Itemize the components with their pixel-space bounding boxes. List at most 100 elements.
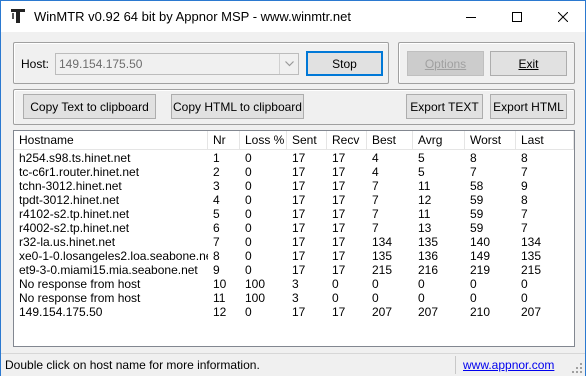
cell-hostname[interactable]: tchn-3012.hinet.net [14, 179, 208, 193]
host-dropdown-button[interactable] [279, 54, 298, 74]
appnor-link[interactable]: www.appnor.com [463, 358, 554, 372]
cell-hostname[interactable]: r32-la.us.hinet.net [14, 235, 208, 249]
table-row[interactable]: xe0-1-0.losangeles2.loa.seabone.net 8 0 17 1… [14, 249, 574, 263]
table-row[interactable]: No response from host 10 100 3 0 0 0 0 0 [14, 277, 574, 291]
table-row[interactable]: h254.s98.ts.hinet.net 1 0 17 17 4 5 8 8 [14, 151, 574, 165]
table-row[interactable]: r4002-s2.tp.hinet.net 6 0 17 17 7 13 59 7 [14, 221, 574, 235]
cell-last: 7 [521, 165, 528, 179]
cell-loss: 100 [245, 291, 266, 305]
cell-sent: 17 [292, 179, 306, 193]
cell-avrg: 0 [418, 277, 425, 291]
cell-hostname[interactable]: No response from host [14, 277, 208, 291]
cell-loss: 0 [245, 179, 252, 193]
resize-grip-icon[interactable] [571, 362, 583, 374]
cell-worst: 59 [470, 193, 484, 207]
table-row[interactable]: r32-la.us.hinet.net 7 0 17 17 134 135 140 134 [14, 235, 574, 249]
host-combobox[interactable]: 149.154.175.50 [55, 53, 299, 75]
cell-hostname[interactable]: et9-3-0.miami15.mia.seabone.net [14, 263, 208, 277]
cell-best: 7 [372, 179, 379, 193]
table-row[interactable]: r4102-s2.tp.hinet.net 5 0 17 17 7 11 59 7 [14, 207, 574, 221]
column-header-last[interactable]: Last [516, 131, 574, 149]
cell-best: 4 [372, 151, 379, 165]
cell-nr: 12 [213, 305, 227, 319]
cell-loss: 0 [245, 235, 252, 249]
status-text: Double click on host name for more infor… [5, 358, 260, 372]
cell-sent: 3 [292, 277, 299, 291]
exit-button[interactable]: Exit [490, 51, 567, 76]
cell-hostname[interactable]: xe0-1-0.losangeles2.loa.seabone.net [14, 249, 208, 263]
cell-loss: 0 [245, 165, 252, 179]
cell-recv: 17 [332, 165, 346, 179]
chevron-down-icon [284, 61, 294, 67]
cell-loss: 0 [245, 263, 252, 277]
column-header-sent[interactable]: Sent [287, 131, 327, 149]
cell-nr: 8 [213, 249, 220, 263]
cell-last: 7 [521, 207, 528, 221]
host-input[interactable]: 149.154.175.50 [59, 57, 142, 71]
cell-recv: 0 [332, 277, 339, 291]
maximize-button[interactable] [494, 1, 540, 32]
cell-hostname[interactable]: 149.154.175.50 [14, 305, 208, 319]
cell-recv: 17 [332, 249, 346, 263]
table-row[interactable]: tchn-3012.hinet.net 3 0 17 17 7 11 58 9 [14, 179, 574, 193]
column-header-nr[interactable]: Nr [208, 131, 240, 149]
cell-hostname[interactable]: tpdt-3012.hinet.net [14, 193, 208, 207]
column-header-best[interactable]: Best [367, 131, 413, 149]
cell-recv: 17 [332, 235, 346, 249]
cell-avrg: 135 [418, 235, 439, 249]
cell-loss: 0 [245, 151, 252, 165]
copy-text-button[interactable]: Copy Text to clipboard [23, 94, 156, 119]
table-row[interactable]: No response from host 11 100 3 0 0 0 0 0 [14, 291, 574, 305]
minimize-icon [466, 16, 476, 18]
cell-recv: 0 [332, 291, 339, 305]
column-header-avrg[interactable]: Avrg [413, 131, 465, 149]
cell-recv: 17 [332, 221, 346, 235]
cell-last: 215 [521, 263, 542, 277]
column-header-recv[interactable]: Recv [327, 131, 367, 149]
cell-hostname[interactable]: No response from host [14, 291, 208, 305]
export-html-button[interactable]: Export HTML [490, 94, 567, 119]
app-icon [11, 9, 25, 23]
column-header-hostname[interactable]: Hostname [14, 131, 208, 149]
cell-worst: 140 [470, 235, 491, 249]
cell-best: 0 [372, 291, 379, 305]
results-table[interactable]: Hostname Nr Loss % Sent Recv Best Avrg Worst Las… [13, 130, 575, 347]
cell-sent: 17 [292, 151, 306, 165]
cell-hostname[interactable]: r4102-s2.tp.hinet.net [14, 207, 208, 221]
cell-last: 207 [521, 305, 542, 319]
cell-sent: 17 [292, 165, 306, 179]
cell-last: 0 [521, 277, 528, 291]
cell-nr: 10 [213, 277, 227, 291]
cell-hostname[interactable]: tc-c6r1.router.hinet.net [14, 165, 208, 179]
cell-loss: 0 [245, 221, 252, 235]
cell-worst: 59 [470, 207, 484, 221]
table-row[interactable]: et9-3-0.miami15.mia.seabone.net 9 0 17 17 215… [14, 263, 574, 277]
minimize-button[interactable] [448, 1, 494, 32]
column-header-worst[interactable]: Worst [465, 131, 516, 149]
cell-avrg: 5 [418, 165, 425, 179]
cell-hostname[interactable]: h254.s98.ts.hinet.net [14, 151, 208, 165]
cell-best: 0 [372, 277, 379, 291]
table-row[interactable]: tc-c6r1.router.hinet.net 2 0 17 17 4 5 7 7 [14, 165, 574, 179]
exit-label: Exit [518, 56, 539, 71]
export-text-button[interactable]: Export TEXT [406, 94, 483, 119]
title-bar[interactable]: WinMTR v0.92 64 bit by Appnor MSP - www.… [1, 1, 585, 32]
cell-hostname[interactable]: r4002-s2.tp.hinet.net [14, 221, 208, 235]
table-row[interactable]: 149.154.175.50 12 0 17 17 207 207 210 207 [14, 305, 574, 319]
close-button[interactable] [540, 1, 586, 32]
cell-sent: 17 [292, 193, 306, 207]
cell-recv: 17 [332, 151, 346, 165]
cell-avrg: 11 [418, 179, 431, 193]
copy-html-button[interactable]: Copy HTML to clipboard [171, 94, 304, 119]
cell-worst: 8 [470, 151, 477, 165]
stop-button[interactable]: Stop [306, 51, 383, 76]
column-header-loss[interactable]: Loss % [240, 131, 287, 149]
cell-avrg: 12 [418, 193, 432, 207]
cell-last: 9 [521, 179, 528, 193]
options-button[interactable]: Options [407, 51, 484, 76]
cell-best: 7 [372, 193, 379, 207]
cell-loss: 0 [245, 207, 252, 221]
cell-best: 207 [372, 305, 393, 319]
table-row[interactable]: tpdt-3012.hinet.net 4 0 17 17 7 12 59 8 [14, 193, 574, 207]
cell-nr: 7 [213, 235, 220, 249]
